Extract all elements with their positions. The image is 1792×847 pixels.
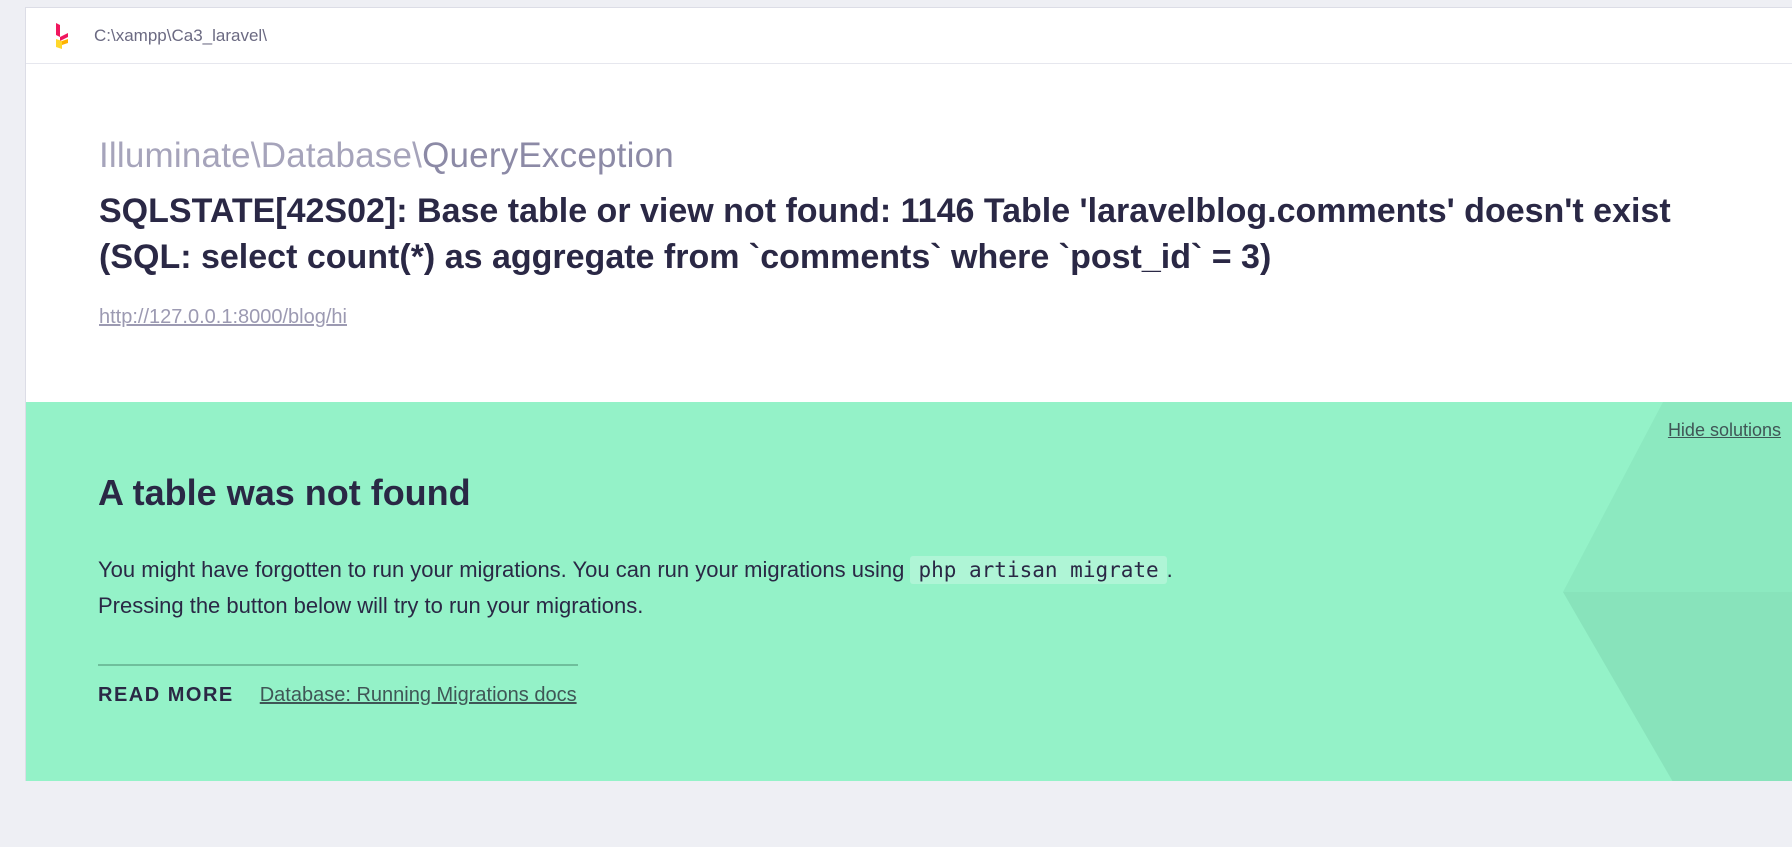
top-bar: C:\xampp\Ca3_laravel\ [26, 8, 1792, 64]
solution-title: A table was not found [98, 472, 471, 513]
exception-message: SQLSTATE[42S02]: Base table or view not … [99, 192, 1671, 276]
migrations-docs-link[interactable]: Database: Running Migrations docs [260, 684, 577, 707]
exception-section: Illuminate\Database\QueryException SQLST… [26, 64, 1792, 329]
exception-class-prefix: Illuminate\Database\ [99, 136, 423, 175]
solution-description-line2: Pressing the button below will try to ru… [98, 593, 644, 618]
solution-description-text: You might have forgotten to run your mig… [98, 557, 911, 582]
solution-description: You might have forgotten to run your mig… [98, 552, 1173, 624]
decorative-background-shape [1563, 402, 1792, 781]
request-url-link[interactable]: http://127.0.0.1:8000/blog/hi [99, 306, 347, 329]
error-card: C:\xampp\Ca3_laravel\ Illuminate\Databas… [25, 7, 1792, 781]
app-path: C:\xampp\Ca3_laravel\ [94, 25, 267, 45]
exception-class: Illuminate\Database\QueryException [99, 136, 1792, 176]
solution-description-end: . [1166, 557, 1173, 582]
ignition-logo-icon [56, 22, 68, 49]
exception-class-name: QueryException [422, 136, 674, 175]
solution-links: READ MORE Database: Running Migrations d… [98, 664, 578, 707]
migrate-command-code: php artisan migrate [910, 556, 1167, 584]
hide-solutions-link[interactable]: Hide solutions [1668, 420, 1781, 441]
read-more-label: READ MORE [98, 684, 234, 706]
solution-panel: Hide solutions A table was not found You… [26, 402, 1792, 781]
